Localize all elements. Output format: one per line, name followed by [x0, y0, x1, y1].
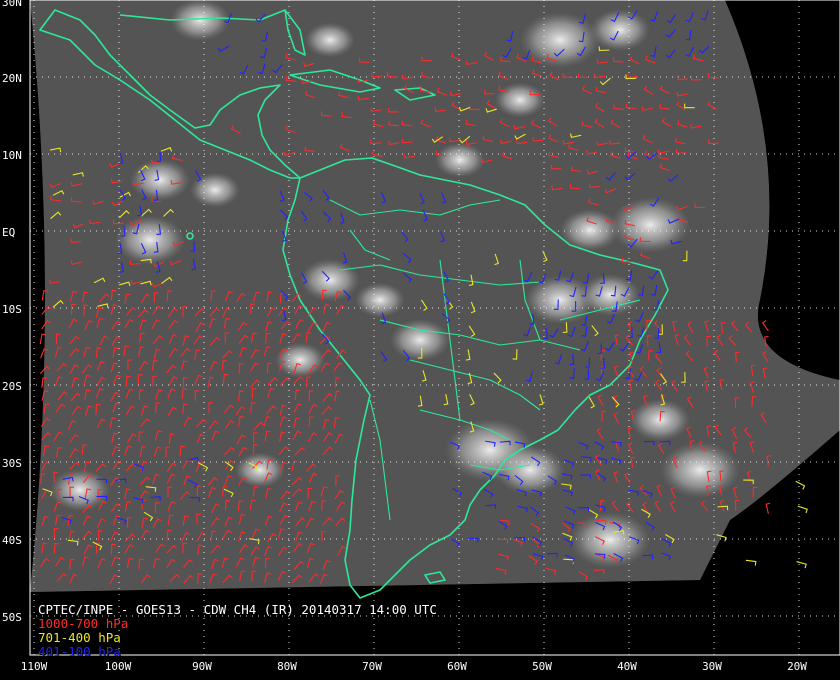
lat-label-20n: 20N [2, 72, 22, 85]
lat-label-eq: EQ [2, 226, 16, 239]
lon-label-50w: 50W [532, 660, 552, 673]
lon-label-110w: 110W [20, 660, 48, 673]
lat-label-10s: 10S [2, 303, 22, 316]
legend-high-level: 401-100 hPa [38, 644, 121, 659]
lat-label-30n: 30N [2, 0, 22, 9]
cloud [610, 197, 690, 253]
cloud [435, 142, 485, 178]
cloud [495, 445, 565, 495]
cloud [660, 442, 740, 498]
lon-label-60w: 60W [447, 660, 467, 673]
lat-label-40s: 40S [2, 534, 22, 547]
cloud [235, 452, 285, 488]
cloud [355, 282, 405, 318]
legend-low-level: 1000-700 hPa [38, 616, 129, 631]
caption-title: CPTEC/INPE - GOES13 - CDW CH4 (IR) 20140… [38, 602, 437, 617]
lat-label-20s: 20S [2, 380, 22, 393]
cloud [170, 0, 230, 41]
lat-label-30s: 30S [2, 457, 22, 470]
cloud [115, 215, 185, 265]
lon-label-80w: 80W [277, 660, 297, 673]
lon-label-90w: 90W [192, 660, 212, 673]
cloud [300, 259, 360, 301]
lon-label-70w: 70W [362, 660, 382, 673]
lat-label-10n: 10N [2, 149, 22, 162]
lon-label-20w: 20W [787, 660, 807, 673]
cloud [275, 342, 325, 378]
cloud [580, 274, 640, 316]
cloud [190, 172, 240, 208]
cloud [130, 159, 190, 201]
legend-mid-level: 701-400 hPa [38, 630, 121, 645]
lon-label-100w: 100W [104, 660, 132, 673]
lon-label-40w: 40W [617, 660, 637, 673]
cloud [495, 82, 545, 118]
lon-label-30w: 30W [702, 660, 722, 673]
cloud [590, 9, 650, 51]
satellite-wind-map [0, 0, 840, 680]
map-caption: CPTEC/INPE - GOES13 - CDW CH4 (IR) 20140… [38, 603, 437, 659]
lat-label-50s: 50S [2, 611, 22, 624]
cloud [305, 22, 355, 58]
